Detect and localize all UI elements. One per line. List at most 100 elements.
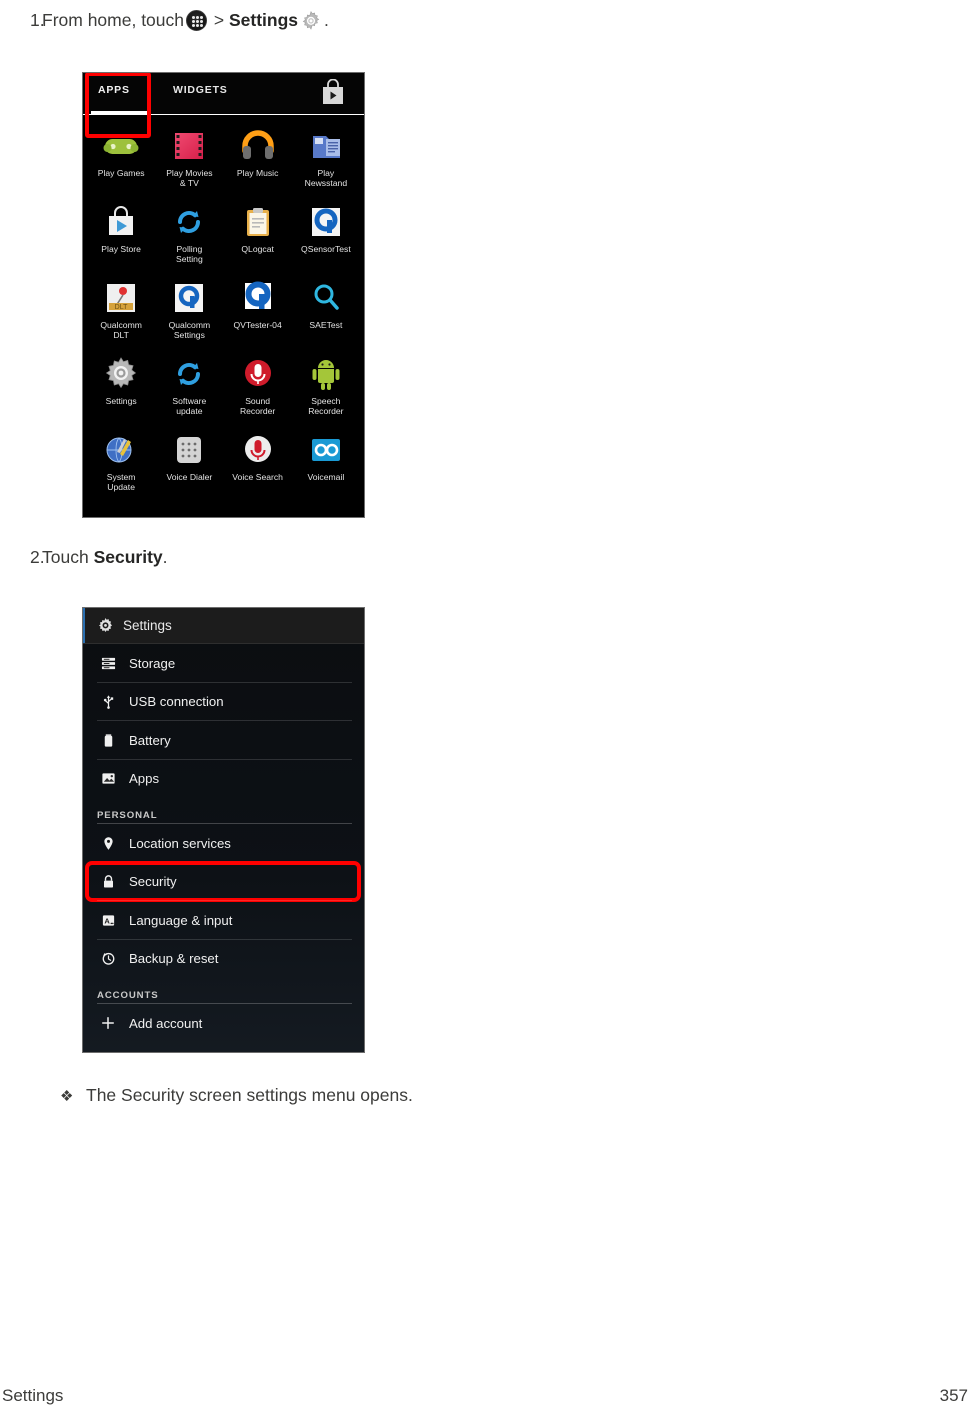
app-play-newsstand[interactable]: Play Newsstand xyxy=(292,123,360,199)
gear-icon xyxy=(300,10,322,32)
settings-item-label: Storage xyxy=(129,655,176,671)
step-2-text: Touch Security. xyxy=(42,546,168,568)
app-label: QLogcat xyxy=(241,244,274,254)
settings-item-label: Battery xyxy=(129,732,171,748)
apps-row: Play Games Play Movies & TV Play Music P… xyxy=(87,123,360,199)
storage-stack-icon xyxy=(97,656,119,671)
step-2-bold-label: Security xyxy=(93,547,163,567)
app-label: System Update xyxy=(106,472,136,492)
app-label: QVTester-04 xyxy=(233,320,282,330)
app-system-update[interactable]: System Update xyxy=(87,427,155,503)
lock-icon xyxy=(97,874,119,889)
settings-item-location-services[interactable]: Location services xyxy=(83,824,364,863)
app-sound-recorder[interactable]: Sound Recorder xyxy=(224,351,292,427)
app-qvtester-04[interactable]: QVTester-04 xyxy=(224,275,292,351)
location-pin-icon xyxy=(97,836,119,851)
security-item-highlight xyxy=(85,860,361,902)
settings-item-language-input[interactable]: A Language & input xyxy=(83,901,364,940)
app-label: Polling Setting xyxy=(175,244,203,264)
app-voicemail[interactable]: Voicemail xyxy=(292,427,360,503)
app-speech-recorder[interactable]: Speech Recorder xyxy=(292,351,360,427)
app-qsensortest[interactable]: QSensorTest xyxy=(292,199,360,275)
tab-widgets[interactable]: WIDGETS xyxy=(173,84,228,96)
app-label: SAETest xyxy=(309,320,343,330)
white-mic-icon xyxy=(239,431,277,469)
backup-clock-icon xyxy=(97,951,119,966)
settings-item-label: Language & input xyxy=(129,912,233,928)
settings-item-label: Apps xyxy=(129,771,160,787)
apps-row: System Update Voice Dialer Voice Search … xyxy=(87,427,360,503)
red-mic-icon xyxy=(239,355,277,393)
app-label: Qualcomm Settings xyxy=(168,320,211,340)
clipboard-icon xyxy=(239,203,277,241)
step-2-text-after: . xyxy=(162,547,168,567)
android-robot-icon xyxy=(307,355,345,393)
app-qualcomm-dlt[interactable]: DLT Qualcomm DLT xyxy=(87,275,155,351)
gear-icon xyxy=(97,617,114,634)
play-store-bag-icon xyxy=(102,203,140,241)
step-2-number: 2. xyxy=(30,547,45,567)
play-store-bag-icon[interactable] xyxy=(320,78,346,106)
app-software-update[interactable]: Software update xyxy=(155,351,223,427)
gamepad-icon xyxy=(102,127,140,165)
settings-item-backup-reset[interactable]: Backup & reset xyxy=(83,940,364,979)
headphones-icon xyxy=(239,127,277,165)
app-voice-search[interactable]: Voice Search xyxy=(224,427,292,503)
drawer-header: APPS WIDGETS xyxy=(83,73,364,115)
usb-icon xyxy=(97,694,119,710)
battery-icon xyxy=(97,733,119,748)
settings-item-usb-connection[interactable]: USB connection xyxy=(83,683,364,722)
settings-title: Settings xyxy=(123,618,172,633)
step-1-text-after: . xyxy=(324,10,329,30)
refresh-arrows-icon xyxy=(170,203,208,241)
app-label: QSensorTest xyxy=(301,244,351,254)
step-1-text-before: From home, touch xyxy=(42,10,184,30)
app-polling-setting[interactable]: Polling Setting xyxy=(155,199,223,275)
gear-icon xyxy=(102,355,140,393)
settings-item-security[interactable]: Security xyxy=(83,860,364,902)
newsstand-icon xyxy=(307,127,345,165)
settings-item-apps[interactable]: Apps xyxy=(83,760,364,799)
apps-row: Play Store Polling Setting QLogcat QSens… xyxy=(87,199,360,275)
settings-item-battery[interactable]: Battery xyxy=(83,721,364,760)
step-1: 1. From home, touch > Settings . xyxy=(0,9,329,32)
apps-grid: Play Games Play Movies & TV Play Music P… xyxy=(83,73,364,507)
plus-icon xyxy=(97,1015,119,1031)
qualcomm-q-icon xyxy=(307,203,345,241)
step-1-text: From home, touch > Settings . xyxy=(42,9,329,32)
tab-apps[interactable]: APPS xyxy=(98,84,130,96)
app-qualcomm-settings[interactable]: Qualcomm Settings xyxy=(155,275,223,351)
app-play-movies-tv[interactable]: Play Movies & TV xyxy=(155,123,223,199)
settings-rows: Storage USB connection Battery Apps PERS… xyxy=(83,644,364,1043)
app-play-games[interactable]: Play Games xyxy=(87,123,155,199)
app-voice-dialer[interactable]: Voice Dialer xyxy=(155,427,223,503)
app-label: Voice Dialer xyxy=(166,472,213,482)
keypad-icon xyxy=(170,431,208,469)
app-play-music[interactable]: Play Music xyxy=(224,123,292,199)
app-settings[interactable]: Settings xyxy=(87,351,155,427)
settings-screen-screenshot: Settings Storage USB connection Battery xyxy=(82,607,365,1053)
app-label: Software update xyxy=(172,396,207,416)
settings-item-add-account[interactable]: Add account xyxy=(83,1004,364,1043)
settings-item-label: Location services xyxy=(129,835,231,851)
app-play-store[interactable]: Play Store xyxy=(87,199,155,275)
app-label: Voicemail xyxy=(307,472,345,482)
film-strip-icon xyxy=(170,127,208,165)
app-qlogcat[interactable]: QLogcat xyxy=(224,199,292,275)
apps-row: DLT Qualcomm DLT Qualcomm Settings QVTes… xyxy=(87,275,360,351)
diamond-bullet-icon: ❖ xyxy=(60,1088,74,1105)
app-label: Qualcomm DLT xyxy=(100,320,142,340)
app-label: Play Store xyxy=(101,244,141,254)
app-label: Speech Recorder xyxy=(308,396,344,416)
apps-image-icon xyxy=(97,771,119,786)
settings-item-label: Security xyxy=(129,874,177,890)
settings-item-storage[interactable]: Storage xyxy=(83,644,364,683)
apps-grid-icon xyxy=(186,10,207,31)
qualcomm-q-icon xyxy=(239,279,277,317)
app-saetest[interactable]: SAETest xyxy=(292,275,360,351)
app-label: Voice Search xyxy=(232,472,283,482)
voicemail-tape-icon xyxy=(307,431,345,469)
step-2: 2. Touch Security. xyxy=(0,546,168,568)
step-1-separator: > xyxy=(213,10,225,30)
refresh-arrows-icon xyxy=(170,355,208,393)
